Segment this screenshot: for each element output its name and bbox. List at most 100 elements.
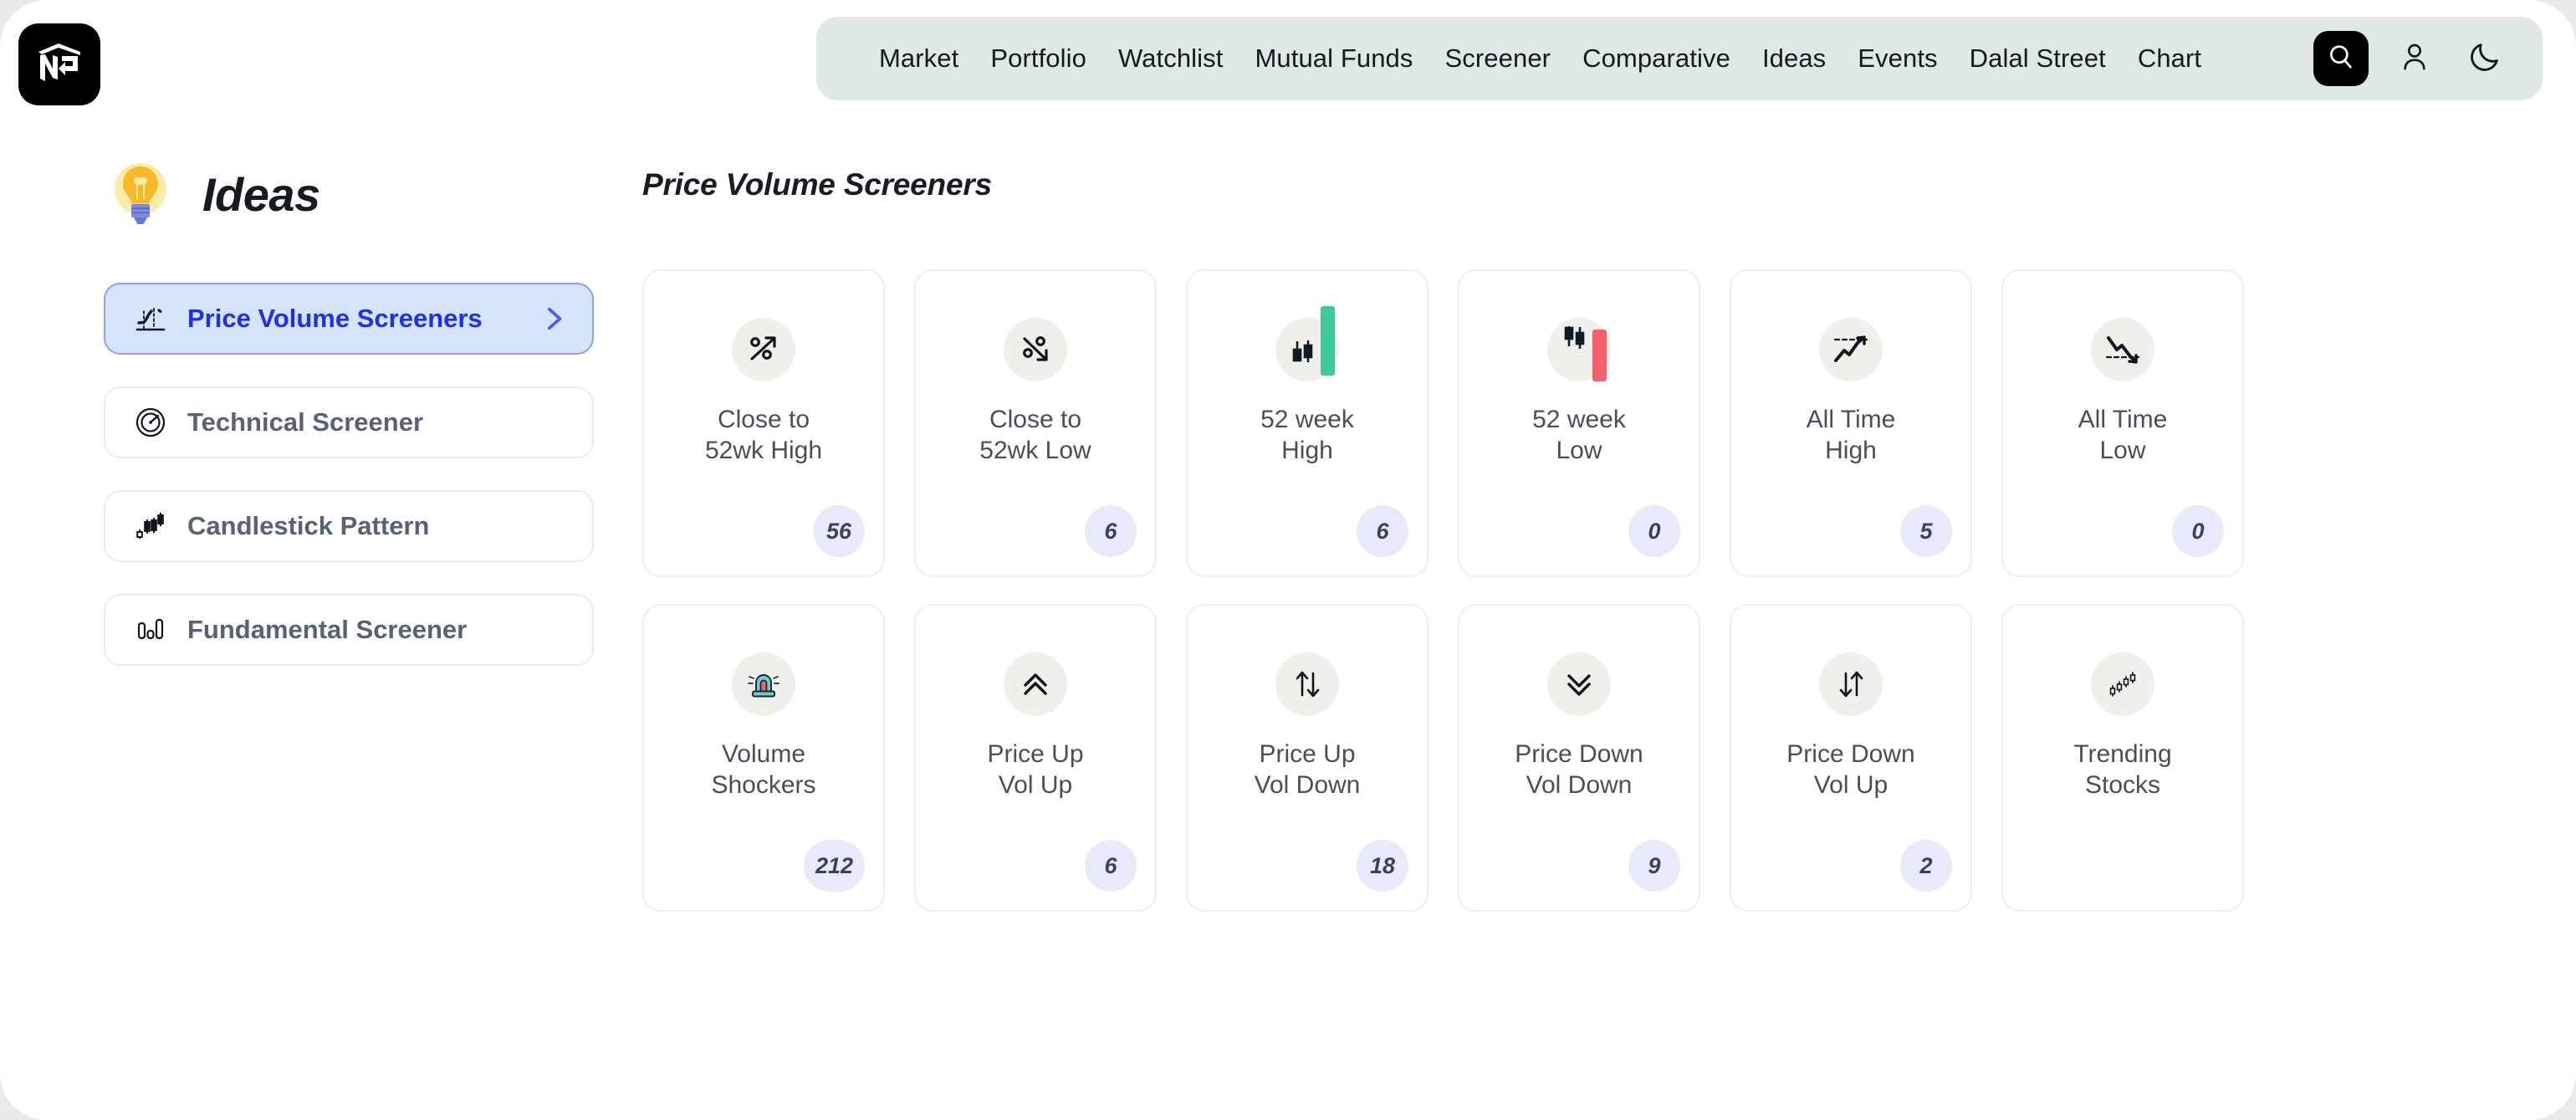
candles-high-icon — [1275, 318, 1339, 381]
candlestick-icon — [130, 506, 171, 546]
percent-up-icon — [732, 318, 795, 381]
card-count-badge: 212 — [804, 840, 865, 892]
card-count-badge: 6 — [1085, 840, 1137, 892]
card-icon-wrap — [2003, 649, 2242, 719]
card-icon-wrap — [1731, 649, 1970, 719]
trend-up-dashed-icon — [1819, 318, 1883, 381]
screener-card-close-to-52wk-high[interactable]: Close to52wk High 56 — [642, 269, 885, 577]
page-frame: Market Portfolio Watchlist Mutual Funds … — [0, 0, 2576, 1120]
screener-card-price-down-vol-up[interactable]: Price DownVol Up 2 — [1730, 604, 1972, 912]
card-count-badge: 18 — [1357, 840, 1408, 892]
card-label: Close to52wk High — [644, 405, 883, 466]
green-high-bar — [1321, 306, 1335, 376]
sidebar-item-label: Technical Screener — [187, 407, 423, 437]
nav-item-portfolio[interactable]: Portfolio — [974, 43, 1102, 74]
card-count-badge: 0 — [1628, 505, 1680, 557]
card-count-badge: 0 — [2172, 505, 2224, 557]
main-content: Price Volume Screeners Close to52wk High… — [642, 167, 2499, 912]
nav-item-dalal-street[interactable]: Dalal Street — [1954, 43, 2122, 74]
card-icon-wrap — [1459, 649, 1699, 719]
sidebar-item-candlestick-pattern[interactable]: Candlestick Pattern — [104, 490, 594, 562]
nav-item-ideas[interactable]: Ideas — [1746, 43, 1842, 74]
card-label: All TimeHigh — [1731, 405, 1970, 466]
card-count-badge: 9 — [1628, 840, 1680, 892]
screener-card-grid: Close to52wk High 56 Close to52wk Low 6 — [642, 269, 2499, 912]
card-label: Close to52wk Low — [916, 405, 1155, 466]
card-icon-wrap — [1188, 315, 1427, 385]
trend-down-dashed-icon — [2091, 318, 2154, 381]
nav-item-comparative[interactable]: Comparative — [1567, 43, 1746, 74]
card-label: VolumeShockers — [644, 739, 883, 800]
double-chevron-down-icon — [1547, 652, 1611, 716]
profile-button[interactable] — [2390, 34, 2439, 83]
card-count-badge: 5 — [1900, 505, 1952, 557]
bar-chart-icon — [130, 610, 171, 650]
card-icon-wrap — [916, 315, 1155, 385]
card-icon-wrap — [1188, 649, 1427, 719]
page-title: Price Volume Screeners — [642, 167, 2499, 202]
screener-card-price-up-vol-down[interactable]: Price UpVol Down 18 — [1186, 604, 1429, 912]
card-icon-wrap — [916, 649, 1155, 719]
card-label: Price DownVol Down — [1459, 739, 1699, 800]
card-icon-wrap — [2003, 315, 2242, 385]
arrow-up-down-icon — [1275, 652, 1339, 716]
sidebar-item-technical-screener[interactable]: Technical Screener — [104, 386, 594, 458]
card-icon-wrap — [1459, 315, 1699, 385]
card-icon-wrap — [644, 649, 883, 719]
sidebar-title: Ideas — [202, 167, 320, 222]
card-label: 52 weekHigh — [1188, 405, 1427, 466]
volume-chart-icon — [130, 299, 171, 339]
siren-icon — [732, 652, 795, 716]
candles-low-icon — [1547, 318, 1611, 381]
screener-card-52-week-low[interactable]: 52 weekLow 0 — [1458, 269, 1700, 577]
card-icon-wrap — [644, 315, 883, 385]
trending-candles-icon — [2091, 652, 2154, 716]
card-count-badge: 56 — [813, 505, 865, 557]
screener-card-volume-shockers[interactable]: VolumeShockers 212 — [642, 604, 885, 912]
card-label: 52 weekLow — [1459, 405, 1699, 466]
nav-item-screener[interactable]: Screener — [1429, 43, 1567, 74]
card-label: Price UpVol Down — [1188, 739, 1427, 800]
screener-card-all-time-low[interactable]: All TimeLow 0 — [2001, 269, 2244, 577]
nav-actions — [2313, 17, 2509, 100]
card-count-badge: 6 — [1357, 505, 1408, 557]
sidebar-item-label: Candlestick Pattern — [187, 511, 429, 541]
card-label: Price DownVol Up — [1731, 739, 1970, 800]
sidebar-item-label: Price Volume Screeners — [187, 304, 483, 334]
double-chevron-up-icon — [1004, 652, 1067, 716]
screener-card-all-time-high[interactable]: All TimeHigh 5 — [1730, 269, 1972, 577]
nav-item-watchlist[interactable]: Watchlist — [1102, 43, 1239, 74]
nav-pill: Market Portfolio Watchlist Mutual Funds … — [816, 17, 2543, 100]
card-label: All TimeLow — [2003, 405, 2242, 466]
sidebar-heading: Ideas — [104, 149, 594, 239]
moon-icon — [2467, 39, 2502, 79]
top-bar: Market Portfolio Watchlist Mutual Funds … — [0, 0, 2576, 134]
red-low-bar — [1592, 330, 1607, 381]
theme-toggle-button[interactable] — [2461, 34, 2509, 83]
card-label: TrendingStocks — [2003, 739, 2242, 800]
card-count-badge: 6 — [1085, 505, 1137, 557]
card-icon-wrap — [1731, 315, 1970, 385]
nav-item-events[interactable]: Events — [1842, 43, 1953, 74]
nav-links: Market Portfolio Watchlist Mutual Funds … — [863, 43, 2217, 74]
card-label: Price UpVol Up — [916, 739, 1155, 800]
chevron-right-icon — [539, 304, 567, 333]
sidebar: Ideas Price Volume Screeners — [104, 149, 594, 698]
search-button[interactable] — [2313, 31, 2369, 86]
search-icon — [2327, 43, 2355, 75]
screener-card-52-week-high[interactable]: 52 weekHigh 6 — [1186, 269, 1429, 577]
arrow-down-up-icon — [1819, 652, 1883, 716]
screener-card-price-down-vol-down[interactable]: Price DownVol Down 9 — [1458, 604, 1700, 912]
nav-item-mutual-funds[interactable]: Mutual Funds — [1239, 43, 1429, 74]
sidebar-item-fundamental-screener[interactable]: Fundamental Screener — [104, 594, 594, 666]
nav-item-chart[interactable]: Chart — [2122, 43, 2217, 74]
lightbulb-icon — [104, 156, 181, 233]
nav-item-market[interactable]: Market — [863, 43, 974, 74]
screener-card-close-to-52wk-low[interactable]: Close to52wk Low 6 — [914, 269, 1157, 577]
np-logo[interactable] — [18, 23, 100, 105]
percent-down-icon — [1004, 318, 1067, 381]
user-icon — [2398, 40, 2431, 78]
screener-card-trending-stocks[interactable]: TrendingStocks — [2001, 604, 2244, 912]
screener-card-price-up-vol-up[interactable]: Price UpVol Up 6 — [914, 604, 1157, 912]
sidebar-item-price-volume-screeners[interactable]: Price Volume Screeners — [104, 283, 594, 355]
